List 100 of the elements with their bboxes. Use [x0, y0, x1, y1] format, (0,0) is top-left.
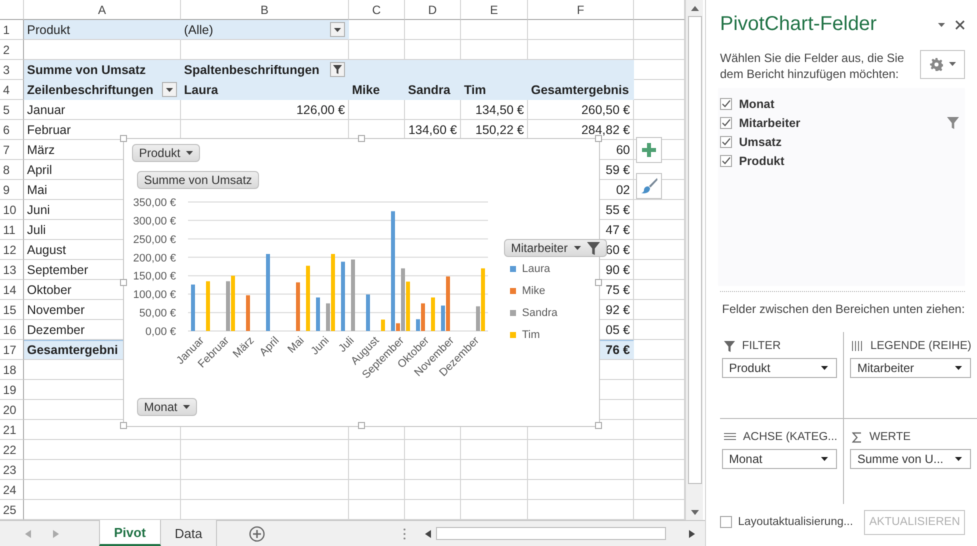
checkbox[interactable]	[720, 117, 732, 130]
columns-icon	[852, 341, 864, 352]
resize-handle[interactable]	[120, 278, 127, 286]
table-cell: Gesamtergebnis	[528, 80, 634, 100]
field-dropdown[interactable]: Monat	[722, 449, 838, 470]
row-number[interactable]: 7	[0, 140, 24, 160]
checkbox[interactable]	[720, 155, 732, 168]
table-cell: 134,50 €	[461, 100, 528, 120]
table-cell: Zeilenbeschriftungen	[27, 82, 154, 96]
dropdown-button[interactable]	[330, 22, 345, 37]
row-number[interactable]: 12	[0, 240, 24, 260]
table-cell	[461, 20, 528, 40]
row-number[interactable]: 13	[0, 260, 24, 280]
gear-icon	[930, 58, 942, 71]
field-label[interactable]: Mitarbeiter	[739, 116, 800, 130]
field-dropdown[interactable]: Produkt	[722, 358, 838, 378]
resize-handle[interactable]	[120, 135, 127, 142]
column-header[interactable]	[634, 0, 685, 20]
field-label[interactable]: Monat	[739, 97, 774, 112]
field-button[interactable]: Monat	[137, 398, 198, 416]
brush-icon	[640, 177, 658, 195]
resize-handle[interactable]	[358, 135, 364, 142]
resize-handle[interactable]	[595, 135, 602, 142]
caret-icon	[574, 246, 581, 250]
axis-label: 50,00 €	[139, 308, 176, 320]
axis-label: 350,00 €	[133, 197, 176, 209]
chart-elements-button[interactable]	[636, 137, 662, 163]
axis-label: 100,00 €	[133, 289, 176, 302]
bar	[341, 262, 345, 331]
area-title: ACHSE (KATEG...	[743, 431, 838, 444]
tools-button[interactable]	[920, 50, 965, 79]
column-header[interactable]: F	[528, 0, 634, 20]
column-header[interactable]: B	[181, 0, 349, 20]
field-button[interactable]: Summe von Umsatz	[137, 171, 260, 189]
row-number[interactable]: 18	[0, 360, 24, 380]
resize-handle[interactable]	[595, 422, 602, 429]
close-button[interactable]	[955, 20, 965, 30]
bar	[431, 297, 435, 331]
resize-handle[interactable]	[358, 422, 364, 429]
column-header[interactable]: C	[349, 0, 405, 20]
column-header[interactable]: A	[24, 0, 181, 20]
caret-icon	[948, 62, 956, 66]
field-label[interactable]: Produkt	[739, 154, 784, 168]
bar	[296, 282, 300, 331]
checkbox[interactable]	[720, 136, 732, 148]
resize-handle[interactable]	[595, 278, 602, 286]
row-number[interactable]: 2	[0, 40, 24, 60]
sheet-tab[interactable]: Pivot	[99, 520, 161, 546]
row-number[interactable]: 11	[0, 220, 24, 240]
sheet-tab[interactable]: Data	[160, 520, 218, 546]
rows-icon	[724, 432, 736, 442]
field-button[interactable]: Mitarbeiter	[504, 239, 607, 257]
row-number[interactable]: 21	[0, 420, 24, 440]
axis-label: Juli	[336, 334, 357, 355]
field-button[interactable]: Produkt	[132, 144, 200, 162]
row-number[interactable]: 16	[0, 320, 24, 340]
row-number[interactable]: 24	[0, 480, 24, 500]
axis-label: Mai	[286, 334, 307, 356]
row-number[interactable]: 15	[0, 300, 24, 320]
row-number[interactable]: 20	[0, 400, 24, 420]
chart-styles-button[interactable]	[636, 173, 662, 199]
row-number[interactable]: 19	[0, 380, 24, 400]
plus-icon	[641, 142, 657, 158]
panel-options-button[interactable]	[938, 22, 945, 27]
area-title: LEGENDE (REIHE)	[870, 340, 972, 352]
field-dropdown[interactable]: Mitarbeiter	[850, 358, 972, 378]
bar	[191, 284, 195, 331]
left-arrow-icon	[25, 530, 31, 538]
row-number[interactable]: 6	[0, 120, 24, 140]
field-label[interactable]: Umsatz	[739, 135, 782, 150]
table-cell: Summe von Umsatz	[24, 60, 181, 80]
scrollbar-thumb[interactable]	[688, 16, 702, 484]
row-number[interactable]: 22	[0, 440, 24, 460]
field-dropdown[interactable]: Summe von U...	[850, 449, 972, 470]
column-header[interactable]: E	[461, 0, 528, 20]
table-cell	[349, 20, 405, 40]
row-number[interactable]: 23	[0, 460, 24, 480]
resize-handle[interactable]	[120, 422, 127, 429]
row-number[interactable]: 5	[0, 100, 24, 120]
row-number[interactable]: 9	[0, 180, 24, 200]
area-title: FILTER	[742, 340, 781, 352]
checkbox-label: Layoutaktualisierung...	[738, 516, 854, 528]
checkbox[interactable]	[720, 98, 732, 110]
scrollbar-thumb[interactable]	[436, 527, 666, 540]
column-header[interactable]: D	[405, 0, 461, 20]
table-cell: 260,50 €	[528, 100, 634, 120]
axis-label: Juni	[308, 334, 332, 358]
close-icon	[955, 20, 965, 30]
splitter-handle-icon[interactable]	[403, 528, 406, 540]
row-number[interactable]: 14	[0, 280, 24, 300]
left-arrow-icon	[425, 530, 431, 538]
bar	[381, 320, 385, 331]
filter-button[interactable]	[330, 62, 345, 77]
select-all-button[interactable]	[0, 0, 24, 20]
row-number[interactable]: 10	[0, 200, 24, 220]
dropdown-button[interactable]	[162, 82, 177, 97]
plus-circle-icon	[249, 526, 266, 542]
row-number[interactable]: 8	[0, 160, 24, 180]
checkbox[interactable]	[720, 516, 732, 528]
table-cell	[461, 460, 528, 480]
